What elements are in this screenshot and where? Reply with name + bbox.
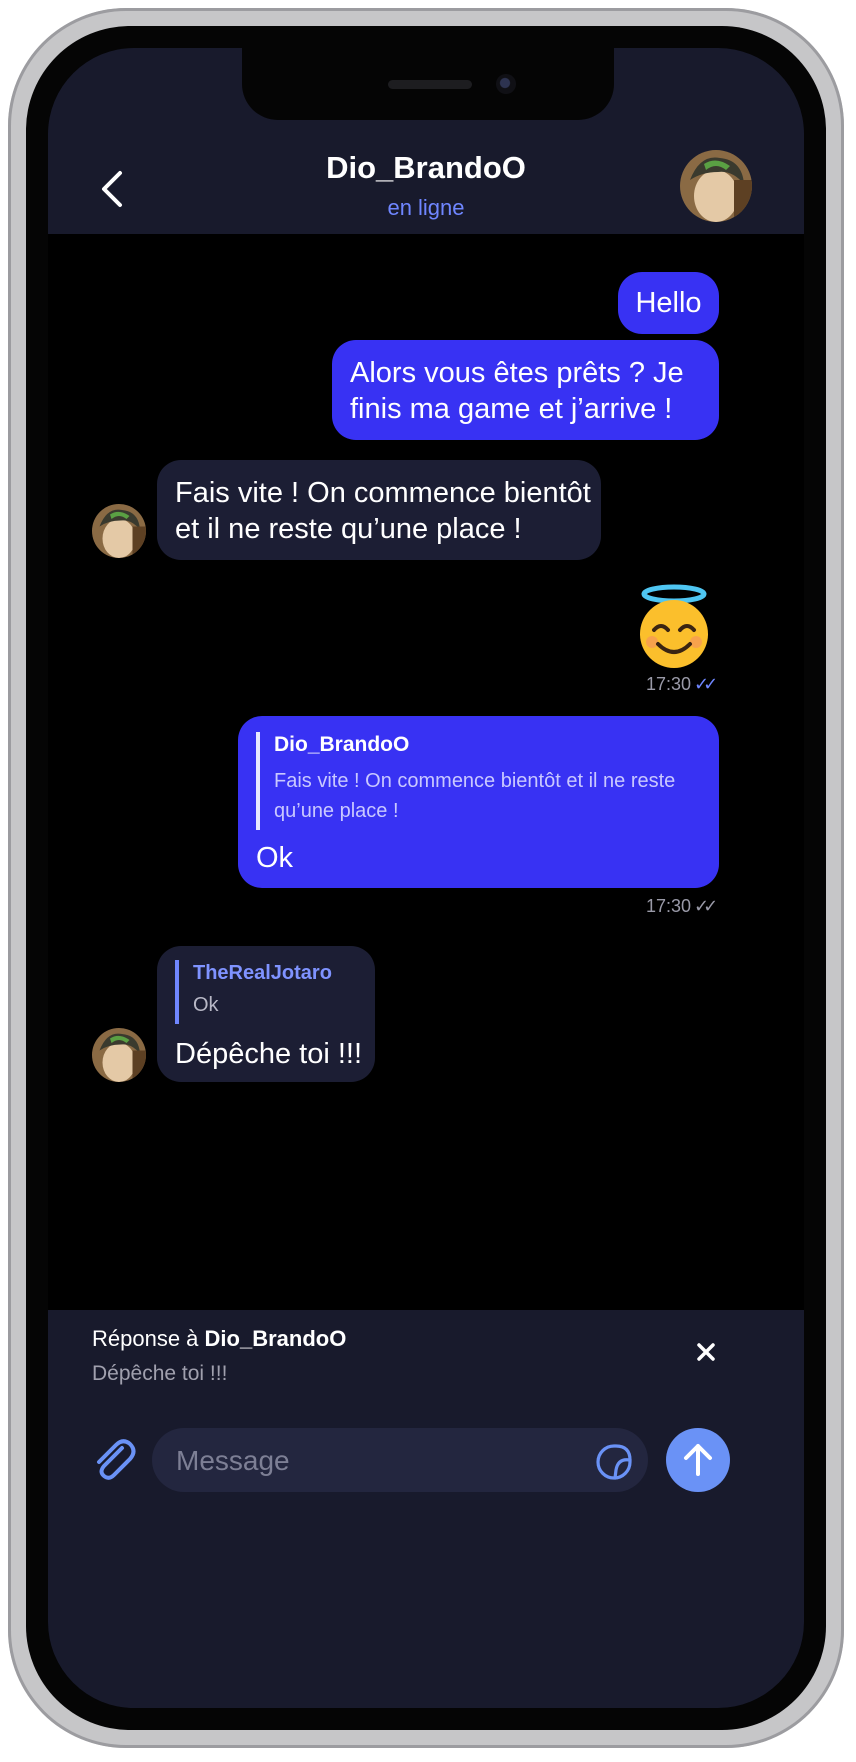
quoted-author: Dio_BrandoO <box>274 733 410 756</box>
paperclip-icon <box>97 1439 136 1480</box>
sticker-icon <box>596 1444 632 1480</box>
smiling-face-with-halo-emoji <box>640 584 708 668</box>
message-text: Ok <box>256 842 294 874</box>
reply-prefix: Réponse à <box>92 1326 205 1351</box>
sticker-button[interactable] <box>594 1442 634 1482</box>
send-button[interactable] <box>666 1428 730 1492</box>
chat-screen: Dio_BrandoO en ligne Hello Alors vous êt… <box>48 48 804 1708</box>
message-time: 17:30 <box>646 896 692 916</box>
contact-avatar[interactable] <box>680 150 752 222</box>
message-bubble-outgoing[interactable]: Hello <box>618 272 719 334</box>
avatar-image <box>680 150 752 222</box>
quoted-message[interactable]: Dio_BrandoO Fais vite ! On commence bien… <box>256 732 706 830</box>
arrow-up-icon <box>684 1444 712 1476</box>
message-text: Hello <box>635 287 702 319</box>
emoji-message[interactable] <box>624 582 724 672</box>
sender-avatar[interactable] <box>92 1028 146 1082</box>
message-bubble-incoming[interactable]: Fais vite ! On commence bientôt et il ne… <box>157 460 601 560</box>
message-bubble-outgoing[interactable]: Alors vous êtes prêts ? Je finis ma game… <box>332 340 719 440</box>
quoted-text-line: qu’une place ! <box>274 800 399 822</box>
message-bubble-incoming[interactable]: TheRealJotaro Ok Dépêche toi !!! <box>157 946 375 1082</box>
message-time: 17:30 <box>646 674 692 694</box>
quoted-author: TheRealJotaro <box>193 962 332 984</box>
quoted-message[interactable]: TheRealJotaro Ok <box>175 960 361 1024</box>
message-text-line: et il ne reste qu’une place ! <box>175 513 522 545</box>
sender-avatar[interactable] <box>92 504 146 558</box>
reply-preview-title: Réponse à Dio_BrandoO <box>92 1326 346 1352</box>
quoted-text: Ok <box>193 994 219 1016</box>
avatar-image <box>92 1028 146 1082</box>
message-input[interactable] <box>174 1428 578 1494</box>
phone-bezel: Dio_BrandoO en ligne Hello Alors vous êt… <box>26 26 826 1730</box>
message-text-line: Fais vite ! On commence bientôt <box>175 477 591 509</box>
phone-frame: Dio_BrandoO en ligne Hello Alors vous êt… <box>8 8 844 1748</box>
message-text-line: finis ma game et j’arrive ! <box>350 393 673 425</box>
earpiece-speaker <box>388 80 472 89</box>
avatar-image <box>92 504 146 558</box>
cancel-reply-button[interactable] <box>688 1334 724 1370</box>
message-text: Dépêche toi !!! <box>175 1038 362 1070</box>
reply-preview-text: Dépêche toi !!! <box>92 1362 228 1385</box>
message-text-line: Alors vous êtes prêts ? Je <box>350 357 684 389</box>
notch <box>242 48 614 120</box>
message-bubble-outgoing[interactable]: Dio_BrandoO Fais vite ! On commence bien… <box>238 716 719 888</box>
quoted-text-line: Fais vite ! On commence bientôt et il ne… <box>274 770 676 792</box>
read-receipt-icon: ✓✓ <box>694 674 718 694</box>
reply-author: Dio_BrandoO <box>204 1326 347 1351</box>
message-input-container <box>152 1428 648 1494</box>
read-receipt-icon: ✓✓ <box>694 896 718 916</box>
front-camera <box>496 74 516 94</box>
close-icon <box>697 1343 715 1361</box>
attach-button[interactable] <box>86 1432 140 1486</box>
